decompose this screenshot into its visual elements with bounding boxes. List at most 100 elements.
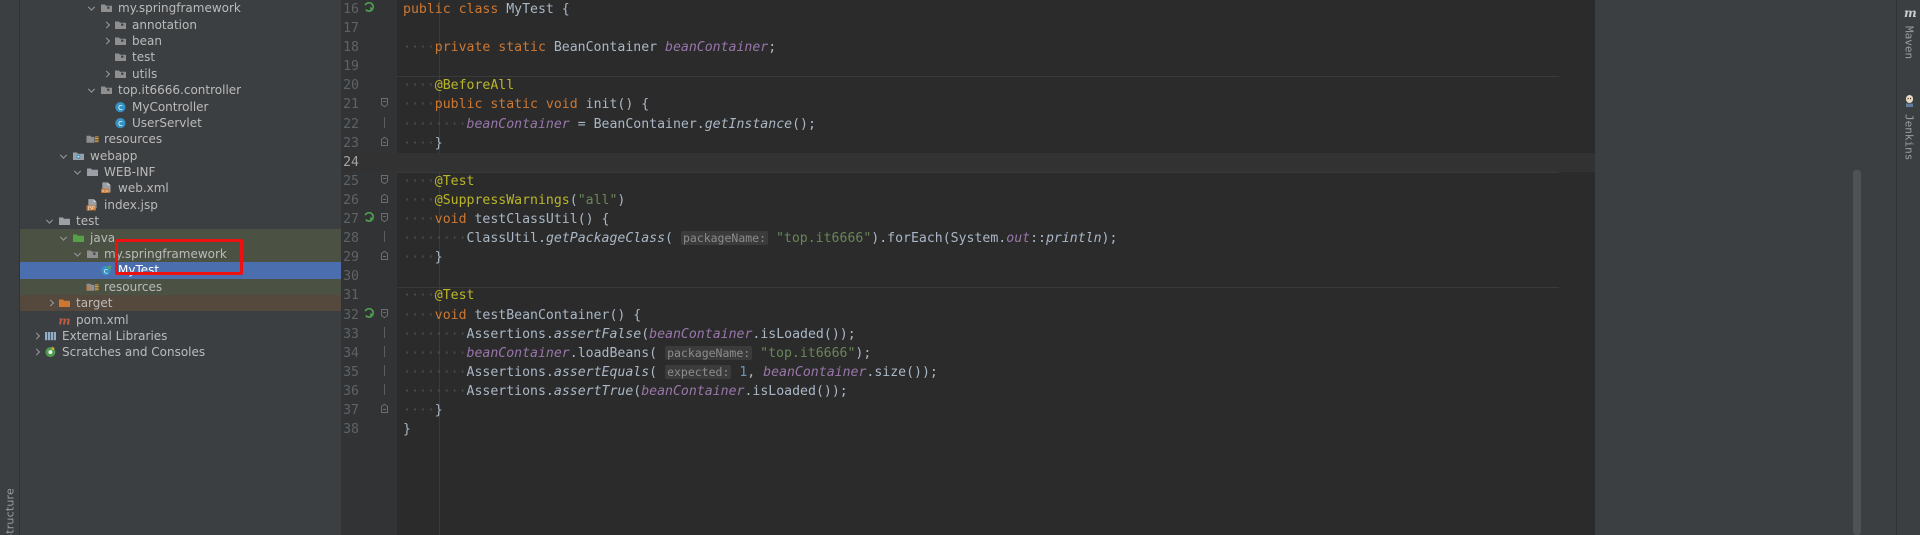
svg-text:m: m (1904, 6, 1916, 19)
gutter-line-36[interactable]: 36 (341, 382, 397, 401)
line-number: 37 (343, 402, 359, 418)
chevron-right-icon[interactable] (31, 328, 43, 344)
tree-item-webapp[interactable]: webapp (20, 148, 341, 164)
gutter-line-35[interactable]: 35 (341, 363, 397, 382)
tree-item-top-it6666-controller[interactable]: top.it6666.controller (20, 82, 341, 98)
fold-close-icon[interactable] (380, 134, 389, 153)
run-test-gutter-icon[interactable] (364, 210, 375, 229)
tree-item-web-inf[interactable]: WEB-INF (20, 164, 341, 180)
structure-tool-tab[interactable]: Structure (3, 488, 16, 535)
gutter-line-17[interactable]: 17 (341, 19, 397, 38)
tool-tab-maven[interactable]: m Maven (1897, 4, 1920, 59)
tree-item-pom-xml[interactable]: m pom.xml (20, 311, 341, 327)
fold-open-icon[interactable] (380, 210, 389, 229)
chevron-right-icon[interactable] (101, 33, 113, 49)
gutter-line-31[interactable]: 31 (341, 286, 397, 305)
chevron-down-icon[interactable] (59, 230, 71, 246)
tree-item-label: target (76, 296, 113, 311)
webapp-icon (71, 149, 86, 163)
tree-item-resources[interactable]: resources (20, 278, 341, 296)
package-icon (99, 83, 114, 97)
gutter-line-19[interactable]: 19 (341, 57, 397, 76)
line-number: 34 (343, 345, 359, 361)
gutter-line-20[interactable]: 20 (341, 76, 397, 95)
chevron-down-icon[interactable] (87, 0, 99, 16)
tree-item-my-springframework[interactable]: my.springframework (20, 0, 341, 16)
tree-item-my-springframework[interactable]: my.springframework (20, 245, 341, 263)
gutter-line-26[interactable]: 26 (341, 191, 397, 210)
gutter-line-30[interactable]: 30 (341, 267, 397, 286)
tree-item-resources[interactable]: resources (20, 131, 341, 147)
tree-item-mycontroller[interactable]: C MyController (20, 98, 341, 114)
gutter-line-18[interactable]: 18 (341, 38, 397, 57)
tree-item-test[interactable]: test (20, 213, 341, 229)
fold-bar-icon (380, 325, 389, 344)
editor-gutter[interactable]: 16 17 18 19 20 21 22 23 24 25 26 27 28 29 30 31 32 33 34 35… (341, 0, 397, 535)
gutter-line-37[interactable]: 37 (341, 401, 397, 420)
fold-open-icon[interactable] (380, 306, 389, 325)
gutter-line-38[interactable]: 38 (341, 420, 397, 439)
tree-item-index-jsp[interactable]: JSP index.jsp (20, 197, 341, 213)
scrollbar-thumb[interactable] (1853, 170, 1861, 535)
gutter-line-16[interactable]: 16 (341, 0, 397, 19)
code-editor[interactable]: 16 17 18 19 20 21 22 23 24 25 26 27 28 29 30 31 32 33 34 35… (341, 0, 1920, 535)
gutter-line-21[interactable]: 21 (341, 95, 397, 114)
project-tree-panel[interactable]: my.springframework annotation bean test util… (20, 0, 341, 535)
tree-item-bean[interactable]: bean (20, 33, 341, 49)
tree-item-annotation[interactable]: annotation (20, 16, 341, 32)
tree-item-scratches-and-consoles[interactable]: Scratches and Consoles (20, 344, 341, 360)
line-number: 25 (343, 173, 359, 189)
chevron-right-icon[interactable] (45, 295, 57, 311)
fold-open-icon[interactable] (380, 172, 389, 191)
chevron-down-icon[interactable] (73, 164, 85, 180)
test-class-icon: C (99, 263, 114, 277)
tree-item-utils[interactable]: utils (20, 66, 341, 82)
tree-item-userservlet[interactable]: C UserServlet (20, 115, 341, 131)
fold-close-icon[interactable] (380, 401, 389, 420)
line-number: 29 (343, 250, 359, 266)
tree-item-mytest[interactable]: C MyTest (20, 262, 341, 279)
tool-tab-jenkins[interactable]: Jenkins (1897, 92, 1920, 160)
line-number: 38 (343, 422, 359, 438)
fold-bar-icon (380, 344, 389, 363)
gutter-line-23[interactable]: 23 (341, 134, 397, 153)
tree-item-java[interactable]: java (20, 229, 341, 246)
tree-item-web-xml[interactable]: <> web.xml (20, 180, 341, 196)
chevron-right-icon[interactable] (31, 344, 43, 360)
line-number: 18 (343, 40, 359, 56)
fold-open-icon[interactable] (380, 95, 389, 114)
chevron-right-icon[interactable] (101, 17, 113, 33)
line-number: 26 (343, 192, 359, 208)
chevron-down-icon[interactable] (45, 213, 57, 229)
chevron-right-icon[interactable] (101, 66, 113, 82)
gutter-line-32[interactable]: 32 (341, 306, 397, 325)
gutter-line-24[interactable]: 24 (341, 152, 397, 172)
gutter-line-28[interactable]: 28 (341, 229, 397, 248)
tree-item-label: java (90, 230, 116, 245)
gutter-line-25[interactable]: 25 (341, 172, 397, 191)
gutter-line-33[interactable]: 33 (341, 325, 397, 344)
tree-item-external-libraries[interactable]: External Libraries (20, 328, 341, 344)
tree-item-test[interactable]: test (20, 49, 341, 65)
fold-close-icon[interactable] (380, 248, 389, 267)
run-test-gutter-icon[interactable] (364, 0, 375, 19)
fold-close-icon[interactable] (380, 191, 389, 210)
chevron-down-icon[interactable] (73, 246, 85, 262)
line-number: 35 (343, 364, 359, 380)
chevron-down-icon[interactable] (87, 82, 99, 98)
gutter-line-34[interactable]: 34 (341, 344, 397, 363)
gutter-line-29[interactable]: 29 (341, 248, 397, 267)
chevron-down-icon[interactable] (59, 148, 71, 164)
gutter-line-27[interactable]: 27 (341, 210, 397, 229)
resources-icon (85, 132, 100, 146)
tree-item-target[interactable]: target (20, 295, 341, 312)
run-test-gutter-icon[interactable] (364, 306, 375, 325)
method-separator (397, 76, 1559, 78)
editor-scrollbar[interactable] (1852, 0, 1862, 535)
gutter-line-22[interactable]: 22 (341, 115, 397, 134)
line-number: 32 (343, 307, 359, 323)
